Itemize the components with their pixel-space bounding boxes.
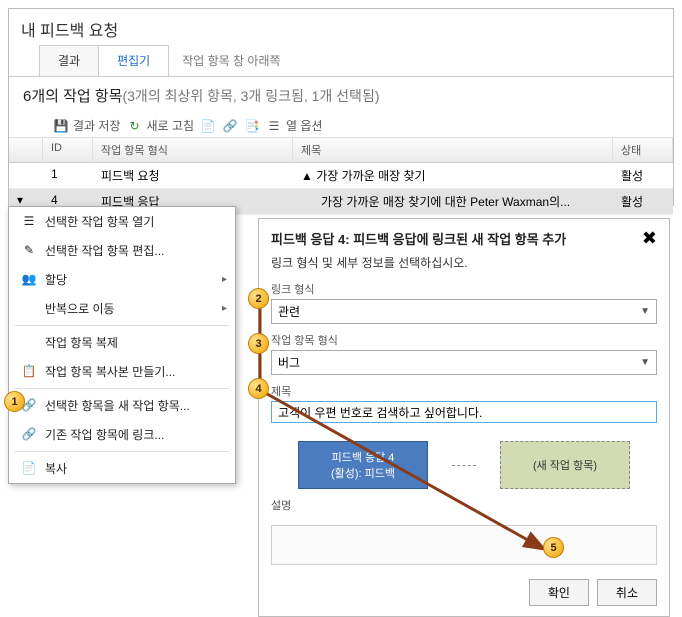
item-type-select[interactable]: 버그▼: [271, 350, 657, 375]
title-input[interactable]: [271, 401, 657, 423]
link-icon[interactable]: 🔗: [222, 118, 238, 134]
open-item-icon: ☰: [19, 214, 39, 230]
edit-icon: ✎: [19, 243, 39, 259]
chevron-down-icon: ▼: [640, 306, 650, 317]
summary-sub: (3개의 최상위 항목, 3개 링크됨, 1개 선택됨): [122, 88, 379, 104]
tabs: 결과 편집기 작업 항목 창 아래쪽: [9, 45, 673, 77]
dialog-subtitle: 링크 형식 및 세부 정보를 선택하십시오.: [259, 252, 669, 279]
link-type-select[interactable]: 관련▼: [271, 299, 657, 324]
callout-3: 3: [248, 333, 269, 354]
toolbar: 💾결과 저장 ↻새로 고침 📄 🔗 📑 ☰열 옵션: [9, 114, 673, 137]
description-input[interactable]: [271, 525, 657, 565]
dialog-title: 피드백 응답 4: 피드백 응답에 링크된 새 작업 항목 추가: [271, 229, 566, 248]
save-icon: 💾: [53, 118, 69, 134]
ctx-new-linked[interactable]: 🔗선택한 항목을 새 작업 항목...: [9, 391, 235, 420]
ctx-copy-template[interactable]: 📋작업 항목 복사본 만들기...: [9, 357, 235, 386]
summary: 6개의 작업 항목(3개의 최상위 항목, 3개 링크됨, 1개 선택됨): [9, 77, 673, 114]
grid-header: ID 작업 항목 형식 제목 상태: [9, 137, 673, 163]
requests-panel: 내 피드백 요청 결과 편집기 작업 항목 창 아래쪽 6개의 작업 항목(3개…: [8, 8, 674, 206]
table-row[interactable]: 1 피드백 요청 ▲ 가장 가까운 매장 찾기 활성: [9, 163, 673, 189]
panel-title: 내 피드백 요청: [9, 9, 673, 45]
link-type-label: 링크 형식: [271, 281, 657, 297]
assign-icon: 👥: [19, 272, 39, 288]
link-line: [452, 465, 476, 466]
callout-2: 2: [248, 288, 269, 309]
callout-5: 5: [543, 537, 564, 558]
column-options-button[interactable]: ☰열 옵션: [266, 117, 322, 134]
context-menu: ☰선택한 작업 항목 열기 ✎선택한 작업 항목 편집... 👥할당 반복으로 …: [8, 206, 236, 484]
chevron-down-icon: ▼: [640, 357, 650, 368]
save-results-button[interactable]: 💾결과 저장: [53, 117, 121, 134]
ctx-link-existing[interactable]: 🔗기존 작업 항목에 링크...: [9, 420, 235, 449]
col-title[interactable]: 제목: [293, 138, 613, 162]
tab-editor[interactable]: 편집기: [98, 45, 169, 76]
callout-4: 4: [248, 378, 269, 399]
columns-icon: ☰: [266, 118, 282, 134]
refresh-button[interactable]: ↻새로 고침: [127, 117, 195, 134]
source-item-box: 피드백 응답 4 (활성): 피드백: [298, 441, 428, 489]
ctx-copy[interactable]: 📄복사: [9, 454, 235, 483]
tab-results[interactable]: 결과: [39, 45, 99, 76]
col-type[interactable]: 작업 항목 형식: [93, 138, 293, 162]
callout-1: 1: [4, 391, 25, 412]
columns-icon-a[interactable]: 📑: [244, 118, 260, 134]
col-state[interactable]: 상태: [613, 138, 673, 162]
link-existing-icon: 🔗: [19, 427, 39, 443]
copy-template-icon: 📋: [19, 364, 39, 380]
new-item-box: (새 작업 항목): [500, 441, 630, 489]
refresh-icon: ↻: [127, 118, 143, 134]
cancel-button[interactable]: 취소: [597, 579, 657, 606]
desc-label: 설명: [271, 497, 657, 513]
add-link-dialog: 피드백 응답 4: 피드백 응답에 링크된 새 작업 항목 추가 ✖ 링크 형식…: [258, 218, 670, 617]
summary-main: 6개의 작업 항목: [23, 88, 122, 105]
close-icon[interactable]: ✖: [642, 229, 657, 248]
title-label: 제목: [271, 383, 657, 399]
ctx-iteration[interactable]: 반복으로 이동: [9, 294, 235, 323]
ctx-open[interactable]: ☰선택한 작업 항목 열기: [9, 207, 235, 236]
item-type-label: 작업 항목 형식: [271, 332, 657, 348]
ok-button[interactable]: 확인: [529, 579, 589, 606]
relationship-diagram: 피드백 응답 4 (활성): 피드백 (새 작업 항목): [259, 429, 669, 495]
ctx-assign[interactable]: 👥할당: [9, 265, 235, 294]
tabs-meta: 작업 항목 창 아래쪽: [168, 45, 294, 76]
open-icon[interactable]: 📄: [200, 118, 216, 134]
ctx-clone[interactable]: 작업 항목 복제: [9, 328, 235, 357]
ctx-edit[interactable]: ✎선택한 작업 항목 편집...: [9, 236, 235, 265]
copy-icon: 📄: [19, 461, 39, 477]
col-id[interactable]: ID: [43, 138, 93, 162]
